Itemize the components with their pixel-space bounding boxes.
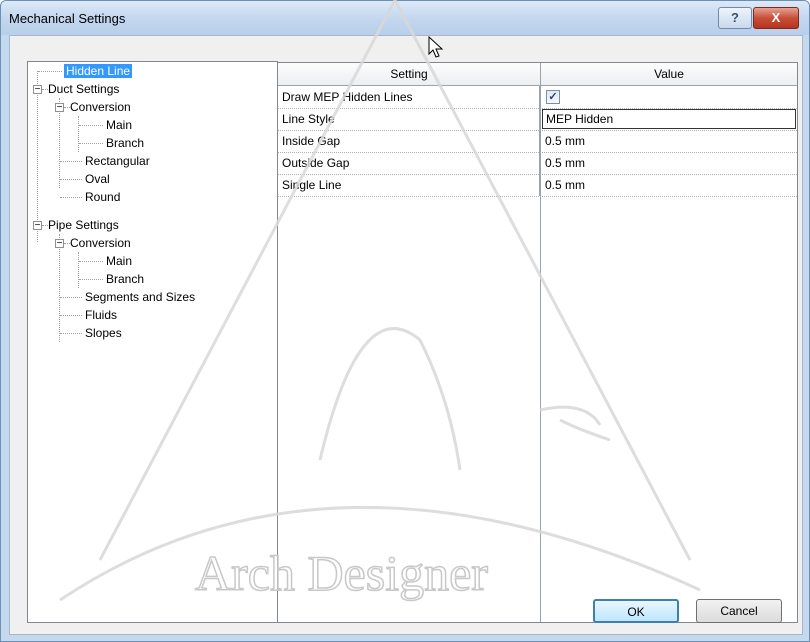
- tree-item-label: Duct Settings: [48, 82, 120, 96]
- tree-item-segments-and-sizes[interactable]: Segments and Sizes: [83, 288, 197, 306]
- pipe-settings-expander[interactable]: −: [33, 221, 42, 231]
- grid-row-draw-mep-hidden-lines[interactable]: Draw MEP Hidden Lines ✓: [278, 86, 797, 109]
- tree-connector: [79, 261, 103, 262]
- close-button[interactable]: X: [753, 7, 799, 29]
- tree-item-hidden-line[interactable]: Hidden Line: [64, 62, 133, 80]
- tree-item-oval[interactable]: Oval: [83, 170, 112, 188]
- setting-name: Inside Gap: [278, 130, 540, 152]
- tree-item-pipe-conversion[interactable]: Conversion: [68, 234, 133, 252]
- tree-connector: [79, 143, 103, 144]
- column-header-value[interactable]: Value: [541, 63, 797, 85]
- tree-item-label: Main: [106, 118, 133, 132]
- setting-value-cell[interactable]: ✓: [541, 86, 797, 108]
- tree-item-label: Pipe Settings: [48, 218, 119, 232]
- pipe-conversion-expander[interactable]: −: [55, 239, 64, 249]
- duct-conversion-expander[interactable]: −: [55, 103, 64, 113]
- tree-item-label: Segments and Sizes: [85, 290, 196, 304]
- line-style-field[interactable]: MEP Hidden: [542, 109, 796, 129]
- setting-name: Draw MEP Hidden Lines: [278, 86, 540, 108]
- tree-item-fluids[interactable]: Fluids: [83, 306, 119, 324]
- cancel-button[interactable]: Cancel: [696, 599, 782, 623]
- ok-button[interactable]: OK: [593, 599, 679, 623]
- tree-connector: [60, 333, 82, 334]
- tree-connector: [60, 179, 82, 180]
- tree-item-rectangular[interactable]: Rectangular: [83, 152, 152, 170]
- tree-item-label: Fluids: [85, 308, 118, 322]
- grid-header: Setting Value: [278, 63, 797, 86]
- tree-connector: [60, 161, 82, 162]
- tree-connector: [79, 279, 103, 280]
- outside-gap-value[interactable]: 0.5 mm: [541, 152, 797, 174]
- settings-grid: Setting Value Draw MEP Hidden Lines ✓ Li…: [277, 62, 798, 623]
- grid-row-outside-gap[interactable]: Outside Gap 0.5 mm: [278, 152, 797, 175]
- tree-item-label: Slopes: [85, 326, 122, 340]
- tree-item-pipe-branch[interactable]: Branch: [104, 270, 146, 288]
- tree-connector: [38, 71, 62, 72]
- title-bar[interactable]: Mechanical Settings ? X: [1, 1, 809, 35]
- tree-item-label: Oval: [85, 172, 110, 186]
- window-title: Mechanical Settings: [9, 11, 126, 26]
- column-header-setting[interactable]: Setting: [278, 63, 541, 85]
- duct-settings-expander[interactable]: −: [33, 85, 42, 95]
- tree-item-label: Hidden Line: [64, 64, 133, 78]
- tree-connector: [37, 71, 38, 242]
- tree-item-label: Conversion: [70, 236, 131, 250]
- tree-item-label: Rectangular: [85, 154, 150, 168]
- setting-value-cell[interactable]: MEP Hidden: [541, 108, 797, 130]
- tree-item-duct-branch[interactable]: Branch: [104, 134, 146, 152]
- tree-item-pipe-settings[interactable]: Pipe Settings: [46, 216, 121, 234]
- single-line-value[interactable]: 0.5 mm: [541, 174, 797, 196]
- tree-connector: [78, 116, 79, 152]
- dialog-body: − − − − Hidden Line Duct Settings Conver…: [9, 35, 803, 635]
- tree-item-duct-conversion[interactable]: Conversion: [68, 98, 133, 116]
- tree-connector: [60, 197, 82, 198]
- inside-gap-value[interactable]: 0.5 mm: [541, 130, 797, 152]
- tree-item-label: Round: [85, 190, 121, 204]
- tree-connector: [60, 297, 82, 298]
- help-button[interactable]: ?: [718, 7, 752, 29]
- tree-item-label: Branch: [106, 272, 145, 286]
- tree-connector: [60, 315, 82, 316]
- tree-item-label: Main: [106, 254, 133, 268]
- setting-name: Outside Gap: [278, 152, 540, 174]
- grid-row-inside-gap[interactable]: Inside Gap 0.5 mm: [278, 130, 797, 153]
- tree-item-label: Branch: [106, 136, 145, 150]
- tree-item-slopes[interactable]: Slopes: [83, 324, 124, 342]
- tree-connector: [59, 234, 60, 342]
- dialog-window: Mechanical Settings ? X − − − − Hidden L…: [0, 0, 810, 642]
- tree-item-duct-main[interactable]: Main: [104, 116, 134, 134]
- draw-hidden-lines-checkbox[interactable]: ✓: [546, 90, 560, 104]
- setting-name: Single Line: [278, 174, 540, 196]
- settings-tree[interactable]: − − − − Hidden Line Duct Settings Conver…: [27, 61, 278, 623]
- tree-connector: [78, 252, 79, 288]
- tree-item-label: Conversion: [70, 100, 131, 114]
- grid-row-line-style[interactable]: Line Style MEP Hidden: [278, 108, 797, 131]
- tree-item-duct-settings[interactable]: Duct Settings: [46, 80, 121, 98]
- tree-item-pipe-main[interactable]: Main: [104, 252, 134, 270]
- tree-item-round[interactable]: Round: [83, 188, 122, 206]
- setting-name: Line Style: [278, 108, 540, 130]
- grid-row-single-line[interactable]: Single Line 0.5 mm: [278, 174, 797, 197]
- tree-connector: [79, 125, 103, 126]
